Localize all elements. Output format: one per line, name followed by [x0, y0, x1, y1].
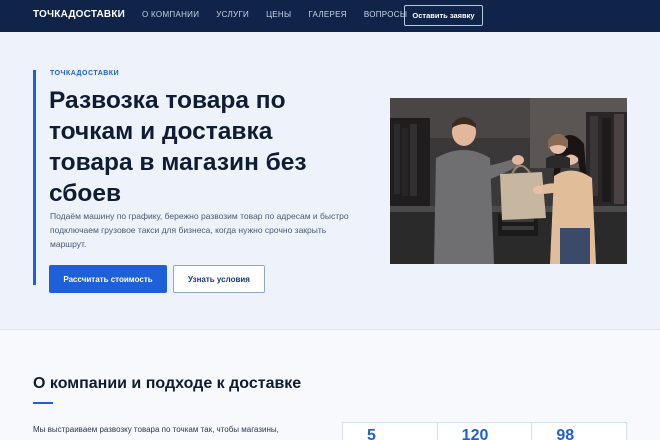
- nav-item-questions[interactable]: ВОПРОСЫ: [364, 10, 407, 19]
- hero-accent-line: [33, 70, 36, 285]
- stat-card: 120: [438, 423, 533, 440]
- stats-panel: 5 120 98: [342, 422, 627, 440]
- about-text: Мы выстраиваем развозку товара по точкам…: [33, 425, 279, 434]
- stat-card: 98: [532, 423, 626, 440]
- about-accent-rule: [33, 402, 53, 404]
- stat-value: 98: [556, 427, 575, 440]
- delivery-handover-image: [390, 98, 627, 264]
- stat-value: 5: [367, 427, 376, 440]
- hero-photo: [390, 98, 627, 264]
- learn-conditions-button[interactable]: Узнать условия: [173, 265, 265, 293]
- hero-title: Развозка товара по точкам и доставка тов…: [49, 87, 307, 207]
- calculate-cost-button[interactable]: Рассчитать стоимость: [49, 265, 167, 293]
- stat-value: 120: [461, 427, 489, 440]
- nav-item-about[interactable]: О КОМПАНИИ: [142, 10, 199, 19]
- nav-item-services[interactable]: УСЛУГИ: [216, 10, 249, 19]
- about-title: О компании и подходе к доставке: [33, 375, 302, 392]
- main-nav: О КОМПАНИИ УСЛУГИ ЦЕНЫ ГАЛЕРЕЯ ВОПРОСЫ: [142, 10, 424, 19]
- leave-request-button[interactable]: Оставить заявку: [404, 5, 483, 26]
- top-navigation-bar: ТОЧКАДОСТАВКИ О КОМПАНИИ УСЛУГИ ЦЕНЫ ГАЛ…: [0, 0, 660, 32]
- nav-item-gallery[interactable]: ГАЛЕРЕЯ: [308, 10, 346, 19]
- about-section: О компании и подходе к доставке Мы выстр…: [0, 331, 660, 440]
- nav-item-prices[interactable]: ЦЕНЫ: [266, 10, 291, 19]
- hero-eyebrow: ТОЧКАДОСТАВКИ: [50, 70, 120, 77]
- hero-section: ТОЧКАДОСТАВКИ Развозка товара по точкам …: [0, 32, 660, 330]
- stat-card: 5: [343, 423, 438, 440]
- brand-logo[interactable]: ТОЧКАДОСТАВКИ: [33, 9, 125, 20]
- hero-description: Подаём машину по графику, бережно развоз…: [50, 211, 349, 249]
